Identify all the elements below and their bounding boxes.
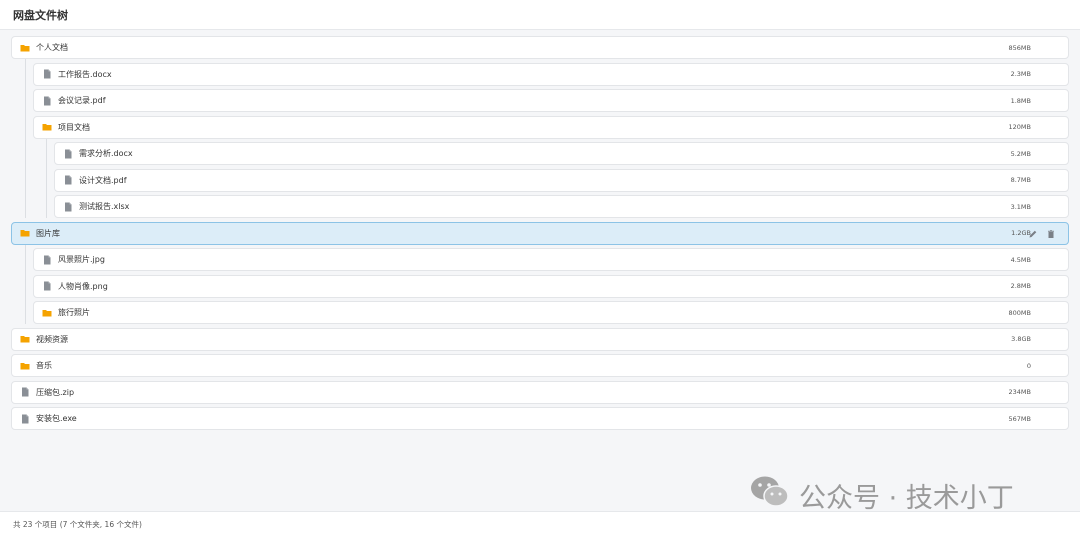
app-header: 网盘文件树 <box>0 0 1080 30</box>
row-actions <box>1028 229 1056 239</box>
file-icon <box>63 149 73 159</box>
node-size: 1.8MB <box>1010 96 1031 105</box>
node-size: 2.3MB <box>1010 70 1031 78</box>
node-name: 个人文档 <box>36 43 68 52</box>
node-name: 需求分析.docx <box>79 149 133 158</box>
item-summary: 共 23 个项目 (7 个文件夹, 16 个文件) <box>13 519 142 529</box>
node-size: 2.8MB <box>1010 282 1031 290</box>
page-title: 网盘文件树 <box>13 8 68 22</box>
delete-icon[interactable] <box>1046 229 1056 239</box>
tree-node-videos[interactable]: 视频资源 3.8GB <box>11 327 1069 351</box>
tree-node-pictures[interactable]: 图片库 1.2GB <box>11 221 1069 245</box>
tree-node-music[interactable]: 音乐 0 <box>11 354 1069 377</box>
folder-icon <box>20 43 30 53</box>
node-size: 4.5MB <box>1010 255 1031 264</box>
edit-icon[interactable] <box>1028 229 1038 239</box>
folder-icon <box>42 122 52 132</box>
folder-icon <box>42 308 52 318</box>
file-icon <box>42 96 52 106</box>
node-size: 567MB <box>1008 414 1031 423</box>
folder-icon <box>20 228 30 238</box>
tree-node-design-doc[interactable]: 设计文档.pdf 8.7MB <box>54 168 1069 192</box>
tree-node-test-report[interactable]: 测试报告.xlsx 3.1MB <box>54 195 1069 218</box>
file-icon <box>42 281 52 291</box>
node-name: 音乐 <box>36 361 52 370</box>
file-icon <box>20 387 30 397</box>
file-icon <box>42 69 52 79</box>
node-name: 安装包.exe <box>36 414 77 423</box>
file-tree: 个人文档 856MB 工作报告.docx 2.3MB 会议记录.pdf 1.8M… <box>0 36 1080 434</box>
node-name: 设计文档.pdf <box>79 175 127 185</box>
status-bar: 共 23 个项目 (7 个文件夹, 16 个文件) <box>0 511 1080 536</box>
tree-node-portrait[interactable]: 人物肖像.png 2.8MB <box>33 274 1069 298</box>
node-name: 会议记录.pdf <box>58 96 106 105</box>
folder-icon <box>20 361 30 371</box>
tree-node-installer[interactable]: 安装包.exe 567MB <box>11 407 1069 430</box>
node-name: 视频资源 <box>36 334 68 344</box>
node-size: 5.2MB <box>1010 149 1031 158</box>
tree-node-work-report[interactable]: 工作报告.docx 2.3MB <box>33 62 1069 86</box>
node-name: 人物肖像.png <box>58 281 108 291</box>
node-size: 800MB <box>1008 308 1031 317</box>
node-name: 图片库 <box>36 228 60 238</box>
node-name: 项目文档 <box>58 122 90 132</box>
node-size: 234MB <box>1008 388 1031 396</box>
tree-node-personal-docs[interactable]: 个人文档 856MB <box>11 36 1069 59</box>
file-icon <box>63 202 73 212</box>
node-size: 3.1MB <box>1010 202 1031 211</box>
tree-node-requirements[interactable]: 需求分析.docx 5.2MB <box>54 142 1069 165</box>
node-name: 工作报告.docx <box>58 69 112 79</box>
tree-node-travel[interactable]: 旅行照片 800MB <box>33 301 1069 324</box>
watermark-text: 公众号 · 技术小丁 <box>799 483 1014 514</box>
node-size: 856MB <box>1008 43 1031 52</box>
node-name: 风景照片.jpg <box>58 255 105 264</box>
node-name: 测试报告.xlsx <box>79 202 130 211</box>
tree-node-meeting-notes[interactable]: 会议记录.pdf 1.8MB <box>33 89 1069 112</box>
tree-node-landscape[interactable]: 风景照片.jpg 4.5MB <box>33 248 1069 271</box>
node-size: 0 <box>1026 361 1031 370</box>
node-name: 压缩包.zip <box>36 387 75 397</box>
node-size: 120MB <box>1008 123 1031 131</box>
file-icon <box>42 255 52 265</box>
node-name: 旅行照片 <box>58 308 90 317</box>
file-icon <box>20 414 30 424</box>
tree-node-project-docs[interactable]: 项目文档 120MB <box>33 115 1069 139</box>
node-size: 3.8GB <box>1011 335 1031 343</box>
folder-icon <box>20 334 30 344</box>
node-size: 8.7MB <box>1010 176 1031 184</box>
tree-node-archive[interactable]: 压缩包.zip 234MB <box>11 380 1069 404</box>
file-icon <box>63 175 73 185</box>
